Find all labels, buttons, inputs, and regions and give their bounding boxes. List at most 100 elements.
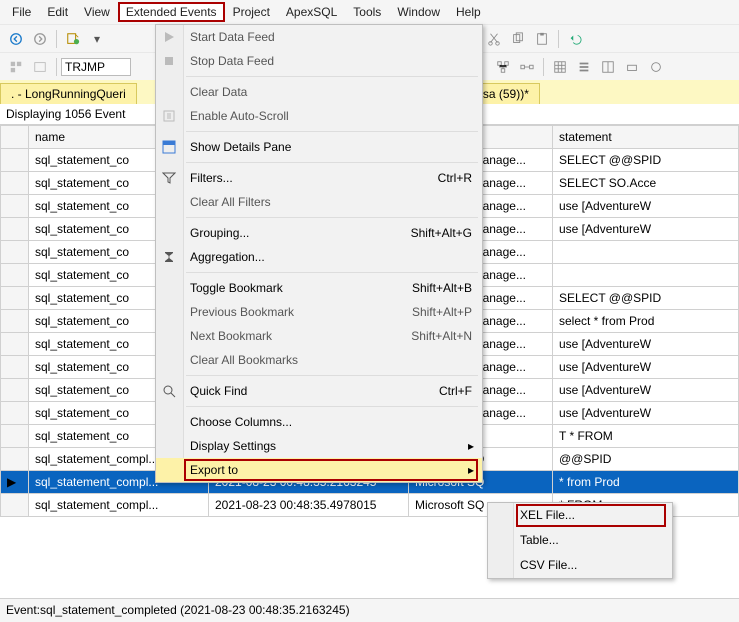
menu-toggle-bookmark[interactable]: Toggle Bookmark Shift+Alt+B — [156, 276, 482, 300]
row-header — [1, 379, 29, 402]
play-icon — [160, 28, 178, 46]
nav-forward-icon[interactable] — [28, 28, 52, 50]
menu-display-settings[interactable]: Display Settings ▸ — [156, 434, 482, 458]
nav-back-icon[interactable] — [4, 28, 28, 50]
tab-long-running-queries[interactable]: . - LongRunningQueri — [0, 83, 137, 104]
row-header: ▶ — [1, 471, 29, 494]
cell-stmt: use [AdventureW — [553, 195, 739, 218]
menu-window[interactable]: Window — [389, 2, 448, 22]
menu-enable-auto-scroll[interactable]: Enable Auto-Scroll — [156, 104, 482, 128]
menu-clear-data[interactable]: Clear Data — [156, 80, 482, 104]
cell-stmt: select * from Prod — [553, 310, 739, 333]
menu-tools[interactable]: Tools — [345, 2, 389, 22]
magnifier-icon — [160, 382, 178, 400]
details-pane-icon — [160, 138, 178, 156]
export-to-submenu: XEL File... Table... CSV File... — [487, 502, 673, 579]
cell-stmt: use [AdventureW — [553, 218, 739, 241]
scroll-icon — [160, 107, 178, 125]
schema2-icon[interactable] — [515, 56, 539, 78]
menu-start-data-feed[interactable]: Start Data Feed — [156, 25, 482, 49]
row-header — [1, 333, 29, 356]
cell-stmt: use [AdventureW — [553, 333, 739, 356]
table-icon[interactable] — [596, 56, 620, 78]
row-header — [1, 241, 29, 264]
row-header-col — [1, 126, 29, 149]
row-header — [1, 425, 29, 448]
paste-icon[interactable] — [530, 28, 554, 50]
cell-stmt: use [AdventureW — [553, 379, 739, 402]
menu-export-to[interactable]: Export to ▸ — [156, 458, 482, 482]
cell-stmt: T * FROM — [553, 425, 739, 448]
submenu-arrow-icon: ▸ — [468, 463, 474, 477]
row-header — [1, 494, 29, 517]
menu-filters[interactable]: Filters... Ctrl+R — [156, 166, 482, 190]
cell-ts: 2021-08-23 00:48:35.4978015 — [209, 494, 409, 517]
row-header — [1, 402, 29, 425]
cell-stmt: * from Prod — [553, 471, 739, 494]
submenu-arrow-icon: ▸ — [468, 439, 474, 453]
tool-icon-1[interactable] — [4, 56, 28, 78]
menu-help[interactable]: Help — [448, 2, 489, 22]
menu-clear-all-bookmarks[interactable]: Clear All Bookmarks — [156, 348, 482, 372]
row-header — [1, 264, 29, 287]
row-header — [1, 149, 29, 172]
menu-file[interactable]: File — [4, 2, 39, 22]
sigma-icon — [160, 248, 178, 266]
shortcut-label: Shift+Alt+B — [412, 281, 472, 295]
funnel-icon — [160, 169, 178, 187]
menu-grouping[interactable]: Grouping... Shift+Alt+G — [156, 221, 482, 245]
menu-stop-data-feed[interactable]: Stop Data Feed — [156, 49, 482, 73]
menu-show-details-pane[interactable]: Show Details Pane — [156, 135, 482, 159]
row-header — [1, 195, 29, 218]
menu-bar: File Edit View Extended Events Project A… — [0, 0, 739, 24]
status-bar: Event:sql_statement_completed (2021-08-2… — [0, 598, 739, 622]
submenu-xel-file[interactable]: XEL File... — [488, 503, 672, 528]
menu-extended-events[interactable]: Extended Events — [118, 2, 225, 22]
menu-view[interactable]: View — [76, 2, 118, 22]
shortcut-label: Ctrl+R — [438, 171, 472, 185]
cell-stmt: SELECT @@SPID — [553, 287, 739, 310]
tool-icon-4[interactable] — [644, 56, 668, 78]
cell-stmt: use [AdventureW — [553, 356, 739, 379]
row-header — [1, 310, 29, 333]
menu-clear-all-filters[interactable]: Clear All Filters — [156, 190, 482, 214]
quick-launch-input[interactable] — [61, 58, 131, 76]
copy-icon[interactable] — [506, 28, 530, 50]
tool-icon-2[interactable] — [28, 56, 52, 78]
shortcut-label: Shift+Alt+P — [412, 305, 472, 319]
dropdown-icon[interactable]: ▾ — [85, 28, 109, 50]
menu-edit[interactable]: Edit — [39, 2, 76, 22]
list-icon[interactable] — [572, 56, 596, 78]
row-header — [1, 356, 29, 379]
menu-project[interactable]: Project — [225, 2, 278, 22]
schema-icon[interactable] — [491, 56, 515, 78]
row-header — [1, 448, 29, 471]
shortcut-label: Shift+Alt+N — [411, 329, 472, 343]
cut-icon[interactable] — [482, 28, 506, 50]
new-query-icon[interactable] — [61, 28, 85, 50]
grid-icon[interactable] — [548, 56, 572, 78]
row-header — [1, 287, 29, 310]
submenu-csv-file[interactable]: CSV File... — [488, 553, 672, 578]
shortcut-label: Ctrl+F — [439, 384, 472, 398]
undo-icon[interactable] — [563, 28, 587, 50]
extended-events-menu: Start Data Feed Stop Data Feed Clear Dat… — [155, 24, 483, 483]
cell-stmt — [553, 241, 739, 264]
row-header — [1, 172, 29, 195]
menu-aggregation[interactable]: Aggregation... — [156, 245, 482, 269]
menu-quick-find[interactable]: Quick Find Ctrl+F — [156, 379, 482, 403]
row-header — [1, 218, 29, 241]
tool-icon-3[interactable] — [620, 56, 644, 78]
submenu-table[interactable]: Table... — [488, 528, 672, 553]
cell-stmt: SELECT SO.Acce — [553, 172, 739, 195]
shortcut-label: Shift+Alt+G — [411, 226, 472, 240]
stop-icon — [160, 52, 178, 70]
menu-previous-bookmark[interactable]: Previous Bookmark Shift+Alt+P — [156, 300, 482, 324]
menu-next-bookmark[interactable]: Next Bookmark Shift+Alt+N — [156, 324, 482, 348]
menu-apexsql[interactable]: ApexSQL — [278, 2, 345, 22]
col-header-statement[interactable]: statement — [553, 126, 739, 149]
cell-stmt — [553, 264, 739, 287]
cell-stmt: @@SPID — [553, 448, 739, 471]
cell-name: sql_statement_compl... — [29, 494, 209, 517]
menu-choose-columns[interactable]: Choose Columns... — [156, 410, 482, 434]
